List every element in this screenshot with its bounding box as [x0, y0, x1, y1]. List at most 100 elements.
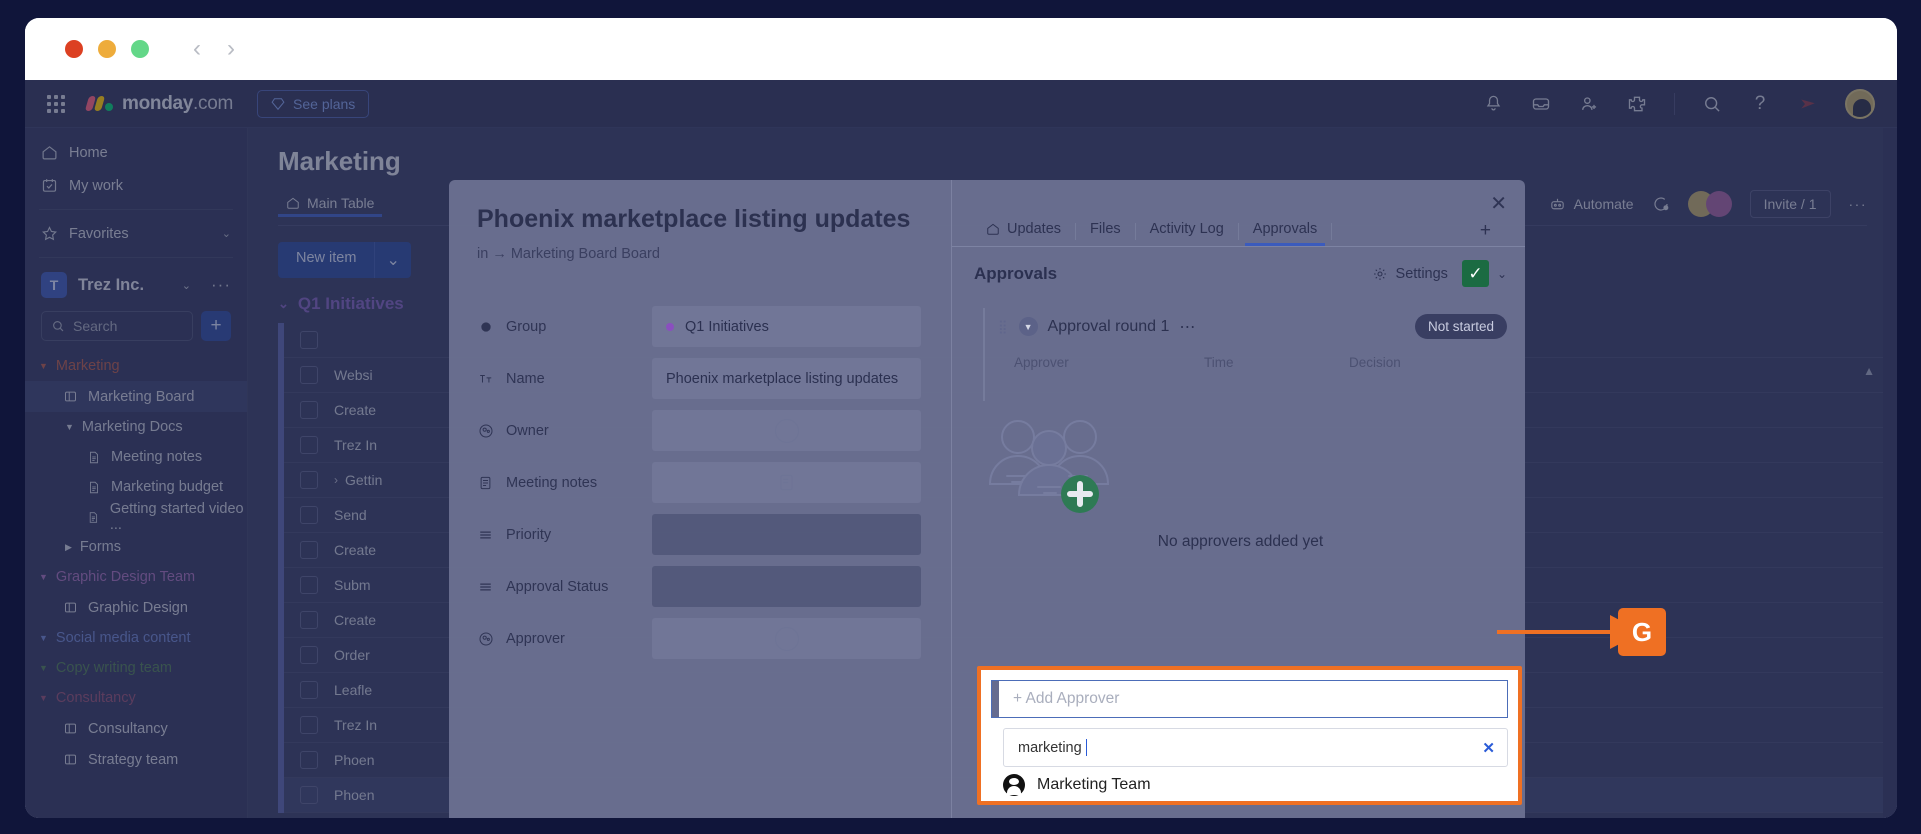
field-value: Q1 Initiatives — [685, 319, 769, 335]
modal-left-panel: Phoenix marketplace listing updates in →… — [449, 180, 951, 818]
field-label: Name — [506, 371, 545, 387]
approvals-settings-button[interactable]: Settings — [1372, 266, 1448, 282]
gear-icon — [1372, 266, 1388, 282]
annotation-line — [1497, 630, 1617, 634]
approver-result-name: Marketing Team — [1037, 776, 1151, 794]
screen: ‹ › monday.com — [0, 0, 1921, 834]
browser-navigation[interactable]: ‹ › — [193, 37, 235, 61]
field-value-approval-status[interactable] — [652, 566, 921, 607]
input-accent-bar — [992, 681, 999, 717]
field-label-wrap: Approval Status — [477, 578, 652, 595]
approval-round-row[interactable]: ⣿ ▼ Approval round 1 ⋯ Not started — [974, 300, 1507, 349]
tab-activity-log[interactable]: Activity Log — [1136, 216, 1238, 246]
forward-icon[interactable]: › — [227, 37, 235, 61]
item-fields: Group Q1 Initiatives Name — [477, 306, 921, 659]
field-owner[interactable]: Owner — [477, 410, 921, 451]
person-placeholder-icon — [775, 419, 799, 443]
field-label-wrap: Approver — [477, 630, 652, 647]
drag-handle-icon[interactable]: ⣿ — [998, 323, 1009, 331]
approval-status-toggle[interactable]: ✓ — [1462, 260, 1489, 287]
field-value-approver[interactable] — [652, 618, 921, 659]
browser-window: ‹ › monday.com — [25, 18, 1897, 818]
field-value-priority[interactable] — [652, 514, 921, 555]
column-header-time: Time — [1204, 355, 1349, 370]
empty-state-text: No approvers added yet — [974, 533, 1507, 551]
approver-search-input[interactable]: marketing ✕ — [1003, 728, 1508, 767]
approver-search-value: marketing — [1018, 740, 1082, 756]
field-approver[interactable]: Approver — [477, 618, 921, 659]
collapse-round-icon[interactable]: ▼ — [1019, 317, 1038, 336]
add-approver-placeholder: + Add Approver — [999, 690, 1119, 708]
tab-updates[interactable]: Updates — [972, 216, 1075, 246]
tab-label: Activity Log — [1150, 221, 1224, 237]
approvals-table-header: Approver Time Decision — [974, 355, 1507, 370]
field-label-wrap: Owner — [477, 422, 652, 439]
settings-label: Settings — [1396, 266, 1448, 282]
field-label: Approver — [506, 631, 565, 647]
approval-round-name: Approval round 1 — [1048, 318, 1170, 336]
doc-icon — [477, 474, 494, 491]
back-icon[interactable]: ‹ — [193, 37, 201, 61]
text-cursor — [1086, 739, 1088, 756]
maximize-window-button[interactable] — [131, 40, 149, 58]
browser-titlebar: ‹ › — [25, 18, 1897, 80]
field-label: Owner — [506, 423, 549, 439]
field-label-wrap: Meeting notes — [477, 474, 652, 491]
field-label-wrap: Name — [477, 370, 652, 387]
person-placeholder-icon — [775, 627, 799, 651]
column-header-decision: Decision — [1349, 355, 1401, 370]
field-label: Priority — [506, 527, 551, 543]
status-badge: Not started — [1415, 314, 1507, 339]
field-value-name[interactable]: Phoenix marketplace listing updates — [652, 358, 921, 399]
monday-app: monday.com See plans — [25, 80, 1897, 818]
close-window-button[interactable] — [65, 40, 83, 58]
approver-result-item[interactable]: Marketing Team — [1003, 774, 1151, 796]
field-value: Phoenix marketplace listing updates — [666, 371, 898, 387]
tab-label: Approvals — [1253, 221, 1317, 237]
field-priority[interactable]: Priority — [477, 514, 921, 555]
approvals-title: Approvals — [974, 264, 1057, 284]
timeline-line — [983, 308, 985, 401]
home-icon — [986, 222, 1000, 236]
field-label: Approval Status — [506, 579, 608, 595]
field-value-meeting-notes[interactable] — [652, 462, 921, 503]
field-name[interactable]: Name Phoenix marketplace listing updates — [477, 358, 921, 399]
chevron-down-icon[interactable]: ⌄ — [1497, 267, 1507, 281]
tab-divider — [1331, 223, 1332, 240]
approvals-header: Approvals Settings ✓ ⌄ — [952, 247, 1525, 300]
field-label: Group — [506, 319, 546, 335]
round-more-icon[interactable]: ⋯ — [1179, 317, 1197, 337]
people-add-icon — [974, 412, 1124, 517]
doc-add-icon — [777, 473, 796, 492]
person-icon — [477, 630, 494, 647]
close-icon[interactable]: ✕ — [1490, 194, 1507, 214]
tab-label: Files — [1090, 221, 1121, 237]
field-label: Meeting notes — [506, 475, 597, 491]
status-lines-icon — [477, 526, 494, 543]
add-tab-icon[interactable]: + — [1480, 220, 1505, 242]
empty-state: No approvers added yet — [974, 412, 1507, 551]
column-header-approver: Approver — [1014, 355, 1204, 370]
approval-rounds: ⣿ ▼ Approval round 1 ⋯ Not started Appro… — [952, 300, 1525, 551]
status-lines-icon — [477, 578, 494, 595]
tab-files[interactable]: Files — [1076, 216, 1135, 246]
person-icon — [477, 422, 494, 439]
field-value-owner[interactable] — [652, 410, 921, 451]
field-label-wrap: Group — [477, 318, 652, 335]
modal-tabbar: Updates Files Activity Log Approvals — [952, 180, 1525, 246]
group-circle-icon — [477, 318, 494, 335]
team-avatar — [1003, 774, 1025, 796]
minimize-window-button[interactable] — [98, 40, 116, 58]
field-group[interactable]: Group Q1 Initiatives — [477, 306, 921, 347]
approver-picker-highlight: + Add Approver marketing ✕ Marketing Tea… — [977, 666, 1522, 805]
group-color-dot — [666, 323, 674, 331]
modal-title: Phoenix marketplace listing updates — [477, 204, 921, 234]
field-meeting-notes[interactable]: Meeting notes — [477, 462, 921, 503]
field-approval-status[interactable]: Approval Status — [477, 566, 921, 607]
add-approver-input[interactable]: + Add Approver — [991, 680, 1508, 718]
field-value-group[interactable]: Q1 Initiatives — [652, 306, 921, 347]
text-icon — [477, 370, 494, 387]
clear-search-icon[interactable]: ✕ — [1482, 739, 1495, 757]
window-controls[interactable] — [65, 40, 149, 58]
tab-approvals[interactable]: Approvals — [1239, 216, 1331, 246]
